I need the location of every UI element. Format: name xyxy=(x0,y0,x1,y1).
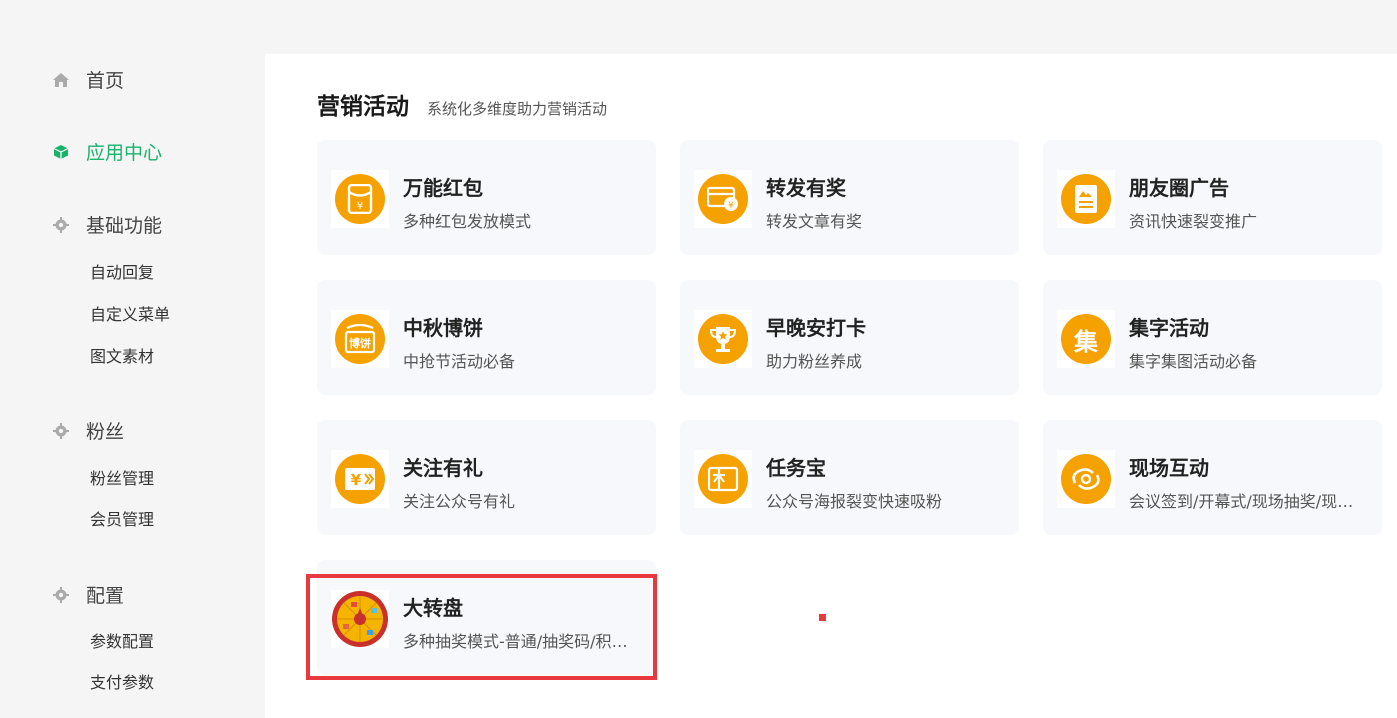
nav-fans-label: 粉丝 xyxy=(86,421,125,443)
app-card-icon-frame: ¥ xyxy=(331,170,389,228)
app-card-name: 任务宝 xyxy=(766,456,826,480)
nav-fans-manage[interactable]: 粉丝管理 xyxy=(90,465,154,489)
nav-basic[interactable]: 基础功能 xyxy=(52,211,162,238)
app-card-desc: 中抢节活动必备 xyxy=(403,352,516,371)
section-header: 营销活动 系统化多维度助力营销活动 xyxy=(317,87,607,121)
follow-gift-icon: ¥ xyxy=(335,454,385,504)
app-card-name: 早晚安打卡 xyxy=(766,316,866,340)
nav-pay-params[interactable]: 支付参数 xyxy=(90,669,154,693)
nav-auto-reply[interactable]: 自动回复 xyxy=(90,259,154,283)
app-card-icon-frame: ¥ xyxy=(694,170,752,228)
app-card-name: 朋友圈广告 xyxy=(1129,176,1229,200)
main-content: 营销活动 系统化多维度助力营销活动 ¥ 万能红包 多种红包发放模式 ¥ 转发有奖… xyxy=(265,54,1397,718)
svg-text:¥: ¥ xyxy=(357,201,363,212)
app-card-name: 万能红包 xyxy=(403,176,483,200)
app-card-icon-frame xyxy=(694,310,752,368)
app-card-desc: 关注公众号有礼 xyxy=(403,492,516,511)
app-card-name: 大转盘 xyxy=(403,596,463,620)
svg-text:¥: ¥ xyxy=(351,471,362,489)
app-card-desc: 助力粉丝养成 xyxy=(766,352,863,371)
gear-icon xyxy=(52,216,70,234)
collect-word-icon-text: 集 xyxy=(1074,327,1098,356)
app-card-icon-frame xyxy=(1057,170,1115,228)
nav-home-label: 首页 xyxy=(86,70,125,92)
app-card-desc: 资讯快速裂变推广 xyxy=(1129,212,1258,231)
app-card-name: 集字活动 xyxy=(1129,316,1209,340)
top-bar xyxy=(0,0,1397,54)
nav-custom-menu[interactable]: 自定义菜单 xyxy=(90,301,170,325)
gear-icon xyxy=(52,586,70,604)
app-card-task[interactable]: 任务宝 公众号海报裂变快速吸粉 xyxy=(680,420,1019,535)
app-card-icon-frame: 博饼 xyxy=(331,310,389,368)
app-card-name: 现场互动 xyxy=(1129,456,1209,480)
app-card-desc: 转发文章有奖 xyxy=(766,212,863,231)
app-card-live-interaction[interactable]: 现场互动 会议签到/开幕式/现场抽奖/现场互动 xyxy=(1043,420,1382,535)
trophy-icon xyxy=(698,314,748,364)
app-card-desc: 会议签到/开幕式/现场抽奖/现场互动 xyxy=(1129,492,1369,511)
app-card-share-reward[interactable]: ¥ 转发有奖 转发文章有奖 xyxy=(680,140,1019,255)
app-card-desc: 多种红包发放模式 xyxy=(403,212,532,231)
app-card-desc: 集字集图活动必备 xyxy=(1129,352,1258,371)
live-interaction-icon xyxy=(1061,454,1111,504)
collect-word-icon: 集 xyxy=(1061,314,1111,364)
nav-member-manage[interactable]: 会员管理 xyxy=(90,506,154,530)
app-card-checkin[interactable]: 早晚安打卡 助力粉丝养成 xyxy=(680,280,1019,395)
nav-fans[interactable]: 粉丝 xyxy=(52,417,124,444)
app-card-desc: 公众号海报裂变快速吸粉 xyxy=(766,492,943,511)
app-card-bobing[interactable]: 博饼 中秋博饼 中抢节活动必备 xyxy=(317,280,656,395)
app-card-red-packet[interactable]: ¥ 万能红包 多种红包发放模式 xyxy=(317,140,656,255)
cube-icon xyxy=(52,143,70,161)
home-icon xyxy=(52,71,70,89)
share-reward-icon: ¥ xyxy=(698,174,748,224)
moments-ad-icon xyxy=(1061,174,1111,224)
app-card-name: 关注有礼 xyxy=(403,456,483,480)
app-card-icon-frame: ¥ xyxy=(331,450,389,508)
section-title: 营销活动 xyxy=(317,94,409,120)
app-card-lucky-wheel[interactable]: 大转盘 多种抽奖模式-普通/抽奖码/积分抽奖 xyxy=(317,560,656,675)
nav-media[interactable]: 图文素材 xyxy=(90,343,154,367)
app-card-follow-gift[interactable]: ¥ 关注有礼 关注公众号有礼 xyxy=(317,420,656,535)
red-packet-icon: ¥ xyxy=(335,174,385,224)
app-card-desc: 多种抽奖模式-普通/抽奖码/积分抽奖 xyxy=(403,632,643,651)
app-card-icon-frame xyxy=(694,450,752,508)
app-card-icon-frame: 集 xyxy=(1057,310,1115,368)
red-marker-dot xyxy=(819,614,826,621)
nav-param-config[interactable]: 参数配置 xyxy=(90,628,154,652)
bobing-icon-text: 博饼 xyxy=(349,336,371,350)
app-card-icon-frame xyxy=(1057,450,1115,508)
bobing-icon: 博饼 xyxy=(335,314,385,364)
app-card-moments-ad[interactable]: 朋友圈广告 资讯快速裂变推广 xyxy=(1043,140,1382,255)
sidebar: 首页 应用中心 基础功能 自动回复 自定义菜单 图文素材 粉丝 粉丝管理 会员管… xyxy=(0,54,265,718)
app-card-name: 转发有奖 xyxy=(766,176,846,200)
nav-basic-label: 基础功能 xyxy=(86,215,163,237)
nav-home[interactable]: 首页 xyxy=(52,66,124,93)
app-card-icon-frame xyxy=(331,590,389,648)
nav-config[interactable]: 配置 xyxy=(52,581,124,608)
gear-icon xyxy=(52,422,70,440)
section-subtitle: 系统化多维度助力营销活动 xyxy=(427,100,608,118)
svg-text:¥: ¥ xyxy=(728,201,734,211)
lucky-wheel-icon xyxy=(331,590,389,648)
app-card-collect-words[interactable]: 集 集字活动 集字集图活动必备 xyxy=(1043,280,1382,395)
nav-app-center-label: 应用中心 xyxy=(86,142,163,164)
nav-config-label: 配置 xyxy=(86,585,125,607)
gift-box-icon xyxy=(698,454,748,504)
app-card-name: 中秋博饼 xyxy=(403,316,483,340)
nav-app-center[interactable]: 应用中心 xyxy=(52,138,162,165)
